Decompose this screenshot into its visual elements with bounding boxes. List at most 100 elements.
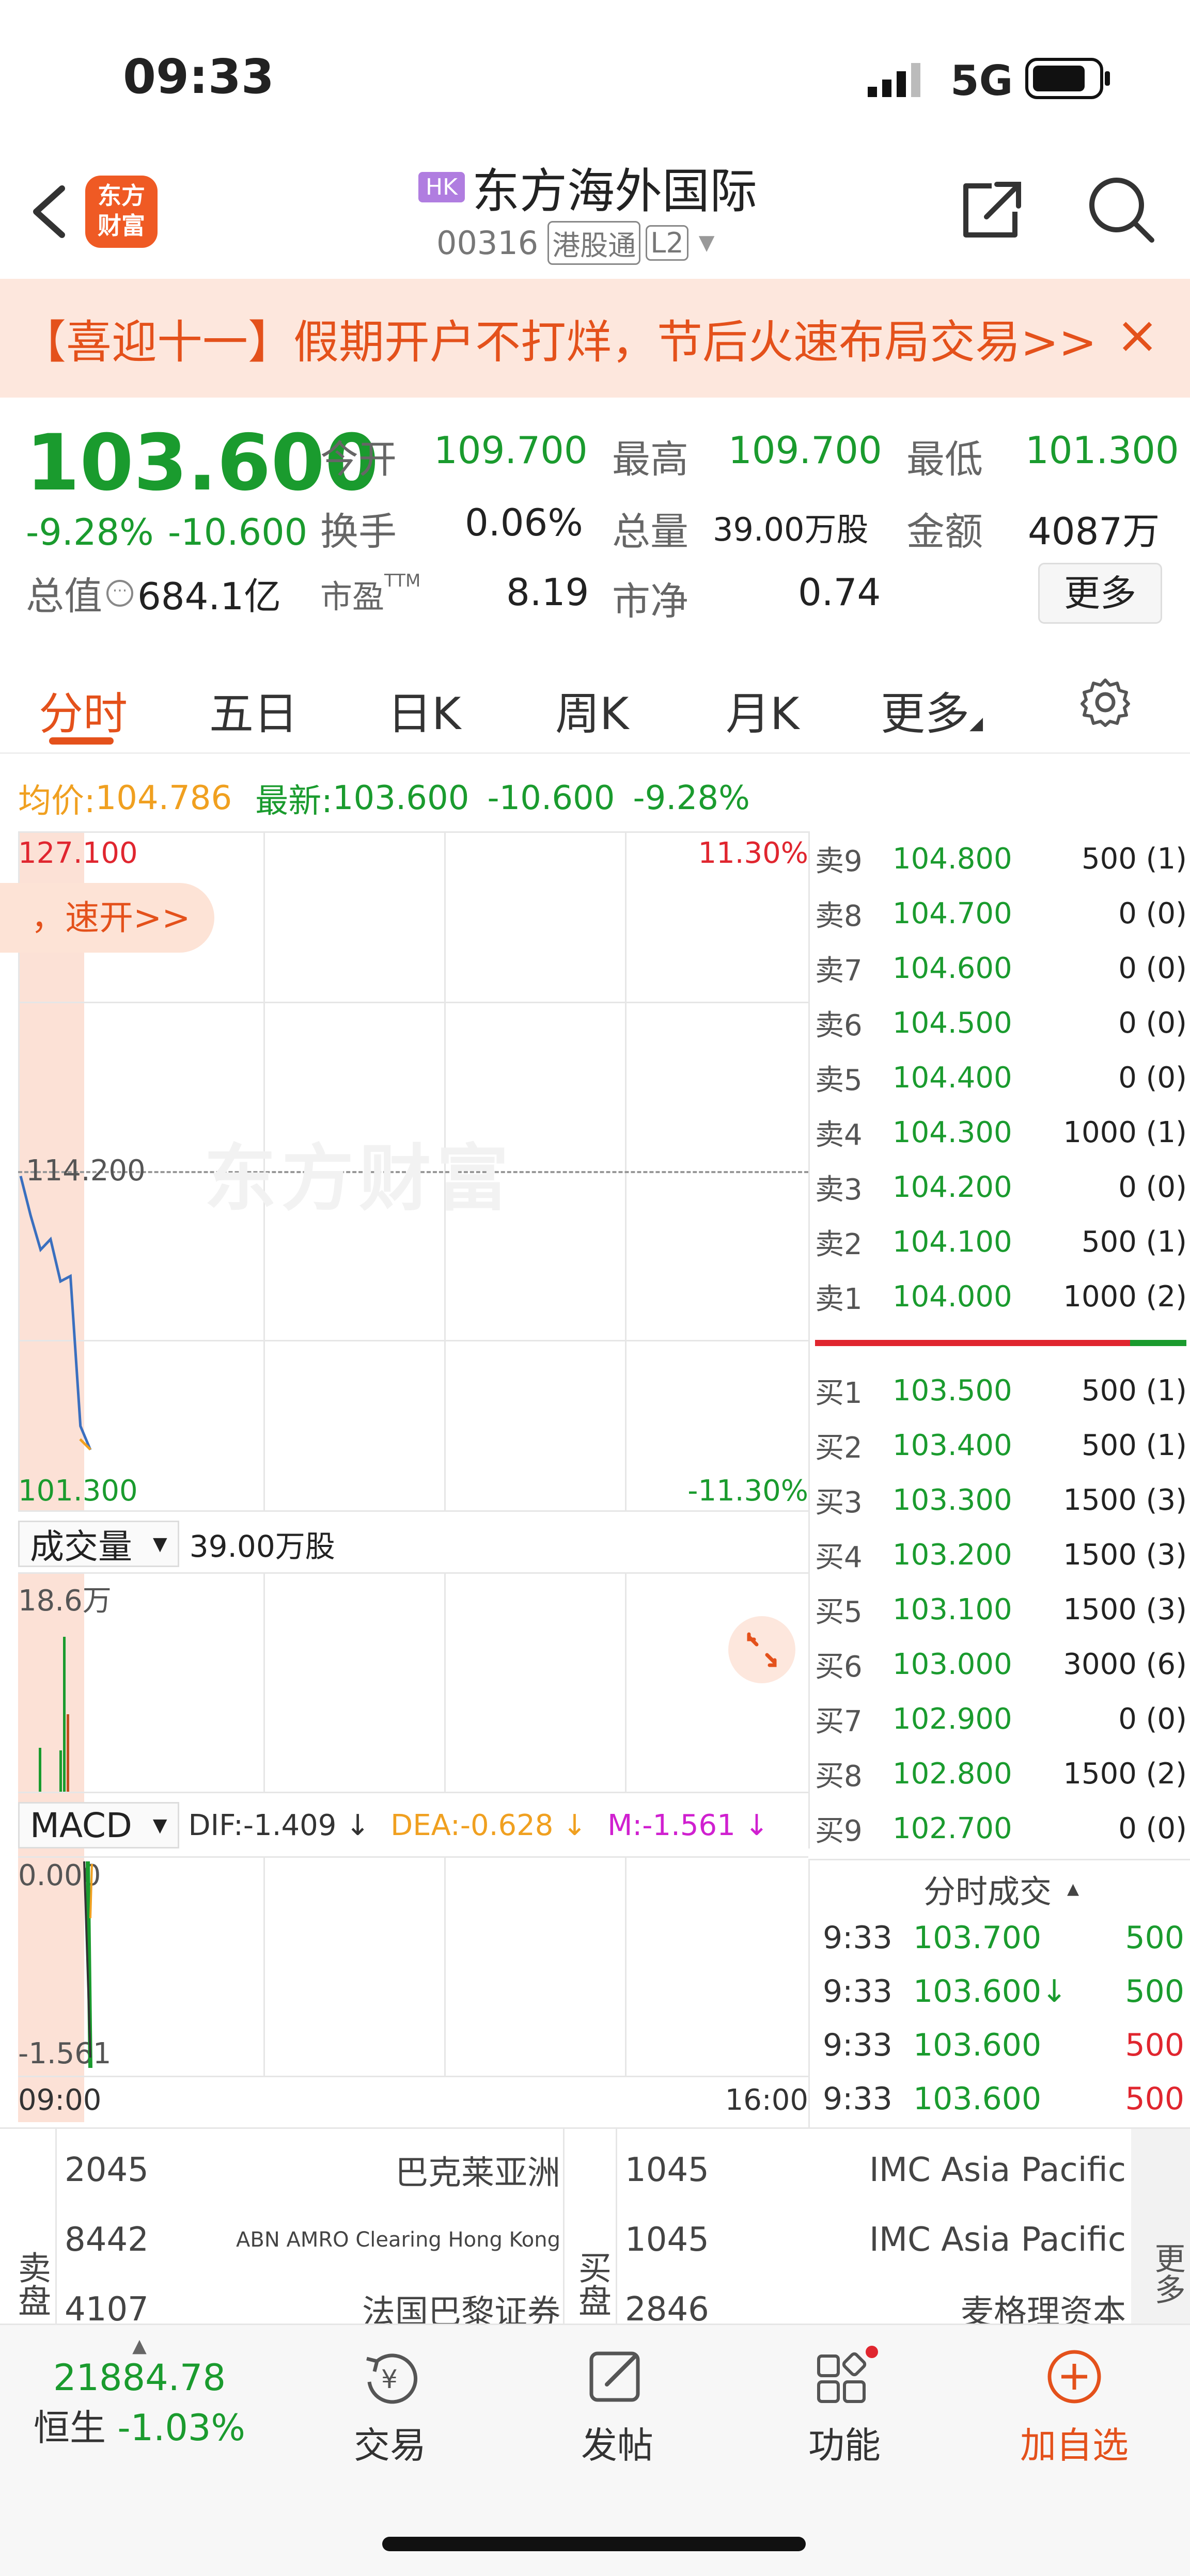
close-icon[interactable]: × bbox=[1116, 305, 1159, 365]
search-icon[interactable] bbox=[1085, 173, 1157, 247]
ask-volume: 0 (0) bbox=[1118, 1061, 1187, 1095]
ask-row[interactable]: 卖2 104.100 500 (1) bbox=[815, 1214, 1187, 1269]
bid-level: 买5 bbox=[815, 1595, 863, 1629]
bid-row[interactable]: 买7 102.900 0 (0) bbox=[815, 1692, 1187, 1746]
macd-selector[interactable]: MACD ▼ bbox=[18, 1802, 179, 1848]
intraday-chart[interactable]: 东方财富 127.100 114.200 101.300 11.30% -11.… bbox=[0, 831, 808, 2122]
amount-label: 金额 bbox=[906, 510, 983, 554]
nav-post-label: 发帖 bbox=[581, 2424, 653, 2467]
trade-price: 103.700 bbox=[913, 1920, 1042, 1956]
tab-monthly-k[interactable]: 月K bbox=[726, 677, 799, 742]
broker-row[interactable]: 2846 麦格理资本 bbox=[620, 2279, 1131, 2324]
broker-name: IMC Asia Pacific bbox=[869, 2221, 1126, 2259]
nav-post[interactable]: 发帖 bbox=[553, 2346, 682, 2469]
share-icon[interactable] bbox=[956, 173, 1028, 247]
index-ticker[interactable]: ▲ 21884.78 恒生 -1.03% bbox=[31, 2335, 248, 2451]
more-button[interactable]: 更多 bbox=[1038, 563, 1162, 624]
tab-intraday[interactable]: 分时 bbox=[39, 677, 128, 742]
logo-text-2: 财富 bbox=[98, 212, 145, 240]
ask-row[interactable]: 卖6 104.500 0 (0) bbox=[815, 995, 1187, 1050]
bid-row[interactable]: 买2 103.400 500 (1) bbox=[815, 1418, 1187, 1473]
broker-row[interactable]: 2045 巴克莱亚洲 bbox=[59, 2139, 566, 2201]
ask-level: 卖3 bbox=[815, 1173, 863, 1207]
volume-selector[interactable]: 成交量 ▼ bbox=[18, 1521, 179, 1567]
bid-level: 买6 bbox=[815, 1650, 863, 1684]
chevron-down-icon[interactable]: ▼ bbox=[699, 231, 715, 255]
broker-queue: 卖盘 2045 巴克莱亚洲 8442 ABN AMRO Clearing Hong K… bbox=[0, 2127, 1190, 2324]
pb-label: 市净 bbox=[612, 579, 688, 624]
broker-row[interactable]: 1045 IMC Asia Pacific bbox=[620, 2209, 1131, 2271]
app-logo[interactable]: 东方 财富 bbox=[85, 176, 158, 248]
ask-row[interactable]: 卖8 104.700 0 (0) bbox=[815, 886, 1187, 941]
volume-selector-label: 成交量 bbox=[30, 1527, 132, 1567]
bid-row[interactable]: 买5 103.100 1500 (3) bbox=[815, 1582, 1187, 1637]
gear-icon[interactable] bbox=[1077, 674, 1134, 733]
yuan-exchange-icon: ¥ bbox=[366, 2353, 418, 2404]
stock-code: 00316 bbox=[436, 224, 539, 262]
tab-weekly-k[interactable]: 周K bbox=[555, 677, 629, 742]
volume-max-label: 18.6万 bbox=[18, 1584, 112, 1618]
trade-time: 9:33 bbox=[823, 1920, 892, 1956]
bid-row[interactable]: 买4 103.200 1500 (3) bbox=[815, 1527, 1187, 1582]
bid-price: 103.300 bbox=[892, 1483, 1012, 1517]
tab-daily-k[interactable]: 日K bbox=[387, 677, 461, 742]
stock-header: 东方 财富 HK 东方海外国际 00316 港股通 L2 ▼ bbox=[0, 150, 1190, 279]
ask-price: 104.600 bbox=[892, 951, 1012, 985]
price-series-line bbox=[19, 1176, 92, 1450]
bid-row[interactable]: 买6 103.000 3000 (6) bbox=[815, 1637, 1187, 1692]
open-label: 今开 bbox=[320, 437, 397, 482]
back-icon[interactable] bbox=[26, 181, 72, 243]
mcap-label: 总值 bbox=[26, 574, 102, 619]
bid-level: 买8 bbox=[815, 1759, 863, 1793]
bid-volume: 1500 (3) bbox=[1063, 1592, 1187, 1626]
broker-row[interactable]: 8442 ABN AMRO Clearing Hong Kong bbox=[59, 2209, 566, 2271]
broker-more-button[interactable]: 更多 bbox=[1131, 2129, 1190, 2324]
amount-value: 4087万 bbox=[1028, 510, 1160, 553]
broker-id: 8442 bbox=[65, 2221, 149, 2259]
bid-row[interactable]: 买3 103.300 1500 (3) bbox=[815, 1473, 1187, 1527]
volume-value: 39.00万股 bbox=[713, 511, 869, 548]
bid-row[interactable]: 买1 103.500 500 (1) bbox=[815, 1363, 1187, 1418]
home-indicator bbox=[382, 2537, 806, 2551]
ask-row[interactable]: 卖3 104.200 0 (0) bbox=[815, 1160, 1187, 1214]
ask-price: 104.700 bbox=[892, 896, 1012, 930]
ask-level: 卖1 bbox=[815, 1282, 863, 1316]
ask-row[interactable]: 卖7 104.600 0 (0) bbox=[815, 941, 1187, 995]
caret-up-icon: ▲ bbox=[1067, 1879, 1079, 1898]
market-badge: HK bbox=[418, 171, 465, 202]
tab-more[interactable]: 更多◢ bbox=[881, 677, 983, 742]
broker-name: ABN AMRO Clearing Hong Kong bbox=[236, 2228, 560, 2252]
trades-title[interactable]: 分时成交 ▲ bbox=[923, 1866, 1079, 1912]
ask-row[interactable]: 卖4 104.300 1000 (1) bbox=[815, 1105, 1187, 1160]
expand-icon[interactable] bbox=[728, 1616, 795, 1683]
chevron-down-icon: ◢ bbox=[969, 713, 983, 734]
logo-text-1: 东方 bbox=[98, 182, 145, 210]
bid-price: 102.800 bbox=[892, 1757, 1012, 1791]
nav-add-watchlist[interactable]: 加自选 bbox=[1010, 2346, 1139, 2469]
bid-row[interactable]: 买9 102.700 0 (0) bbox=[815, 1801, 1187, 1856]
time-start-label: 09:00 bbox=[18, 2083, 102, 2117]
trade-row: 9:33 103.600 500 bbox=[823, 2019, 1184, 2071]
broker-name: 法国巴黎证券 bbox=[362, 2294, 560, 2324]
chart-tabs: 分时 五日 日K 周K 月K 更多◢ bbox=[0, 651, 1190, 754]
bid-volume: 1500 (3) bbox=[1063, 1538, 1187, 1572]
broker-row[interactable]: 1045 IMC Asia Pacific bbox=[620, 2139, 1131, 2201]
info-icon[interactable]: ··· bbox=[106, 579, 133, 607]
edit-icon bbox=[589, 2351, 640, 2402]
ask-volume: 500 (1) bbox=[1081, 842, 1187, 876]
bid-volume: 500 (1) bbox=[1081, 1373, 1187, 1408]
bid-row[interactable]: 买8 102.800 1500 (2) bbox=[815, 1746, 1187, 1801]
ask-row[interactable]: 卖9 104.800 500 (1) bbox=[815, 831, 1187, 886]
turnover-label: 换手 bbox=[320, 510, 397, 554]
broker-row[interactable]: 4107 法国巴黎证券 bbox=[59, 2279, 566, 2324]
nav-trade[interactable]: ¥ 交易 bbox=[325, 2346, 455, 2469]
bid-price: 103.200 bbox=[892, 1538, 1012, 1572]
tab-five-day[interactable]: 五日 bbox=[209, 677, 298, 742]
nav-functions[interactable]: 功能 bbox=[780, 2346, 909, 2469]
bid-volume: 500 (1) bbox=[1081, 1428, 1187, 1462]
promo-banner[interactable]: 【喜迎十一】假期开户不打烊，节后火速布局交易>> × bbox=[0, 279, 1190, 398]
turnover-value: 0.06% bbox=[465, 501, 583, 544]
ask-row[interactable]: 卖1 104.000 1000 (2) bbox=[815, 1269, 1187, 1324]
caret-down-icon: ▼ bbox=[152, 1814, 167, 1836]
ask-row[interactable]: 卖5 104.400 0 (0) bbox=[815, 1050, 1187, 1105]
